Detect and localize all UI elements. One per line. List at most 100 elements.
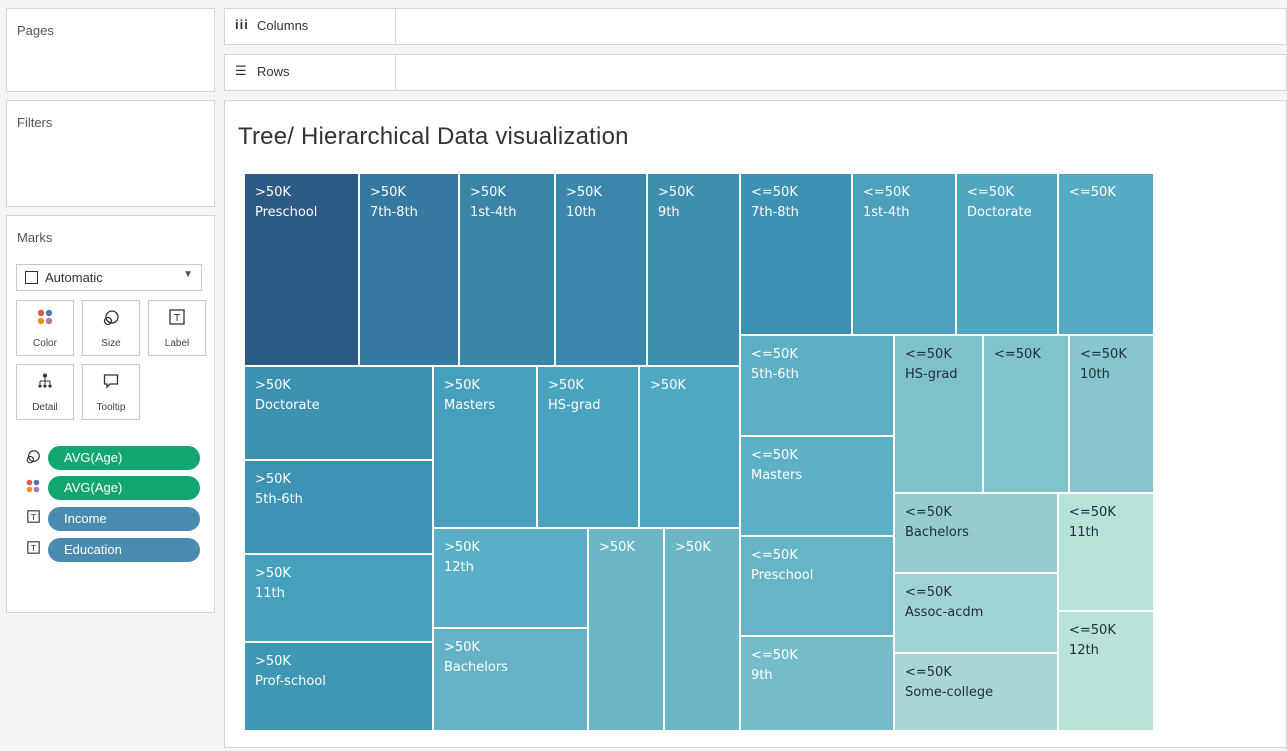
- tooltip-card-label: Tooltip: [96, 402, 126, 413]
- treemap-cell[interactable]: >50K HS-grad: [537, 366, 639, 528]
- cell-education-label: 9th: [658, 205, 680, 220]
- color-card-label: Color: [33, 338, 57, 349]
- cell-education-label: 10th: [566, 205, 596, 220]
- cell-education-label: Some-college: [905, 685, 994, 700]
- rows-icon: ☰: [235, 63, 247, 78]
- treemap-cell[interactable]: <=50K Bachelors: [894, 493, 1058, 573]
- detail-card[interactable]: Detail: [16, 364, 74, 420]
- cell-income-label: >50K: [675, 540, 711, 555]
- cell-education-label: 5th-6th: [751, 367, 799, 382]
- color-dots-icon: [17, 309, 73, 330]
- treemap-cell[interactable]: >50K Bachelors: [433, 628, 588, 731]
- treemap-cell[interactable]: <=50K Preschool: [740, 536, 894, 636]
- cell-education-label: 11th: [1069, 525, 1099, 540]
- treemap-cell[interactable]: <=50K: [1058, 173, 1154, 335]
- cell-education-label: 5th-6th: [255, 492, 303, 507]
- rows-label: Rows: [257, 64, 290, 79]
- color-card[interactable]: Color: [16, 300, 74, 356]
- treemap-cell[interactable]: <=50K 12th: [1058, 611, 1154, 731]
- label-card-label: Label: [164, 338, 190, 349]
- avg-age-size-pill[interactable]: AVG(Age): [48, 446, 200, 470]
- cell-income-label: >50K: [658, 185, 694, 200]
- rows-drop-zone[interactable]: [395, 55, 396, 90]
- cell-education-label: Bachelors: [444, 660, 508, 675]
- treemap-cell[interactable]: >50K 12th: [433, 528, 588, 628]
- treemap-cell[interactable]: >50K: [588, 528, 664, 731]
- label-icon: T: [149, 309, 205, 330]
- cell-education-label: 12th: [444, 560, 474, 575]
- cell-income-label: <=50K: [751, 347, 798, 362]
- treemap-cell[interactable]: <=50K: [983, 335, 1069, 493]
- cell-income-label: <=50K: [994, 347, 1041, 362]
- treemap-cell[interactable]: >50K Masters: [433, 366, 537, 528]
- cell-income-label: >50K: [470, 185, 506, 200]
- cell-income-label: <=50K: [1080, 347, 1127, 362]
- treemap-cell[interactable]: >50K Prof-school: [244, 642, 433, 731]
- treemap-cell[interactable]: <=50K Doctorate: [956, 173, 1058, 335]
- treemap-cell[interactable]: >50K 9th: [647, 173, 740, 366]
- treemap-cell[interactable]: >50K: [664, 528, 740, 731]
- size-card-label: Size: [101, 338, 121, 349]
- treemap-cell[interactable]: <=50K Assoc-acdm: [894, 573, 1058, 653]
- columns-drop-zone[interactable]: [395, 9, 396, 44]
- cell-education-label: 7th-8th: [370, 205, 418, 220]
- treemap-cell[interactable]: >50K 1st-4th: [459, 173, 555, 366]
- cell-education-label: Preschool: [751, 568, 814, 583]
- cell-education-label: Preschool: [255, 205, 318, 220]
- cell-income-label: >50K: [444, 378, 480, 393]
- income-label-pill[interactable]: Income: [48, 507, 200, 531]
- cell-income-label: <=50K: [967, 185, 1014, 200]
- cell-income-label: <=50K: [1069, 505, 1116, 520]
- cell-education-label: Prof-school: [255, 674, 326, 689]
- mark-type-dropdown[interactable]: Automatic ▼: [16, 264, 202, 291]
- pages-label: Pages: [17, 23, 54, 38]
- filters-shelf[interactable]: Filters: [6, 100, 215, 207]
- treemap-cell[interactable]: <=50K 9th: [740, 636, 894, 731]
- size-card[interactable]: Size: [82, 300, 140, 356]
- treemap-cell[interactable]: <=50K 1st-4th: [852, 173, 956, 335]
- cell-education-label: HS-grad: [548, 398, 601, 413]
- cell-education-label: 9th: [751, 668, 773, 683]
- treemap-cell[interactable]: <=50K Masters: [740, 436, 894, 536]
- filters-label: Filters: [17, 115, 53, 130]
- cell-income-label: <=50K: [1069, 623, 1116, 638]
- treemap-cell[interactable]: <=50K 5th-6th: [740, 335, 894, 436]
- treemap-cell[interactable]: >50K 10th: [555, 173, 647, 366]
- label-card[interactable]: T Label: [148, 300, 206, 356]
- education-label-pill[interactable]: Education: [48, 538, 200, 562]
- treemap-cell[interactable]: <=50K HS-grad: [894, 335, 983, 493]
- cell-education-label: 7th-8th: [751, 205, 799, 220]
- rows-shelf[interactable]: ☰ Rows: [224, 54, 1287, 91]
- treemap-cell[interactable]: >50K Preschool: [244, 173, 359, 366]
- treemap-cell[interactable]: <=50K Some-college: [894, 653, 1058, 731]
- cell-income-label: <=50K: [1069, 185, 1116, 200]
- columns-shelf[interactable]: iii Columns: [224, 8, 1287, 45]
- treemap-cell[interactable]: >50K 11th: [244, 554, 433, 642]
- detail-card-label: Detail: [32, 402, 58, 413]
- treemap-cell[interactable]: <=50K 7th-8th: [740, 173, 852, 335]
- pages-shelf[interactable]: Pages: [6, 8, 215, 92]
- cell-income-label: >50K: [566, 185, 602, 200]
- label-icon: T: [24, 541, 42, 557]
- view-canvas: Tree/ Hierarchical Data visualization >5…: [224, 100, 1287, 748]
- treemap-cell[interactable]: <=50K 11th: [1058, 493, 1154, 611]
- cell-income-label: >50K: [548, 378, 584, 393]
- avg-age-color-pill[interactable]: AVG(Age): [48, 476, 200, 500]
- treemap-cell[interactable]: >50K Doctorate: [244, 366, 433, 460]
- treemap-cell[interactable]: >50K 7th-8th: [359, 173, 459, 366]
- columns-label: Columns: [257, 18, 309, 33]
- cell-education-label: Bachelors: [905, 525, 969, 540]
- treemap-cell[interactable]: >50K: [639, 366, 740, 528]
- size-icon: [83, 309, 139, 332]
- cell-education-label: Masters: [751, 468, 803, 483]
- cell-income-label: <=50K: [905, 665, 952, 680]
- detail-icon: [17, 373, 73, 394]
- cell-income-label: <=50K: [905, 347, 952, 362]
- treemap-cell[interactable]: <=50K 10th: [1069, 335, 1154, 493]
- mark-type-value: Automatic: [45, 270, 103, 285]
- treemap-cell[interactable]: >50K 5th-6th: [244, 460, 433, 554]
- tooltip-card[interactable]: Tooltip: [82, 364, 140, 420]
- cell-income-label: >50K: [255, 472, 291, 487]
- cell-education-label: Assoc-acdm: [905, 605, 984, 620]
- svg-text:T: T: [30, 543, 36, 553]
